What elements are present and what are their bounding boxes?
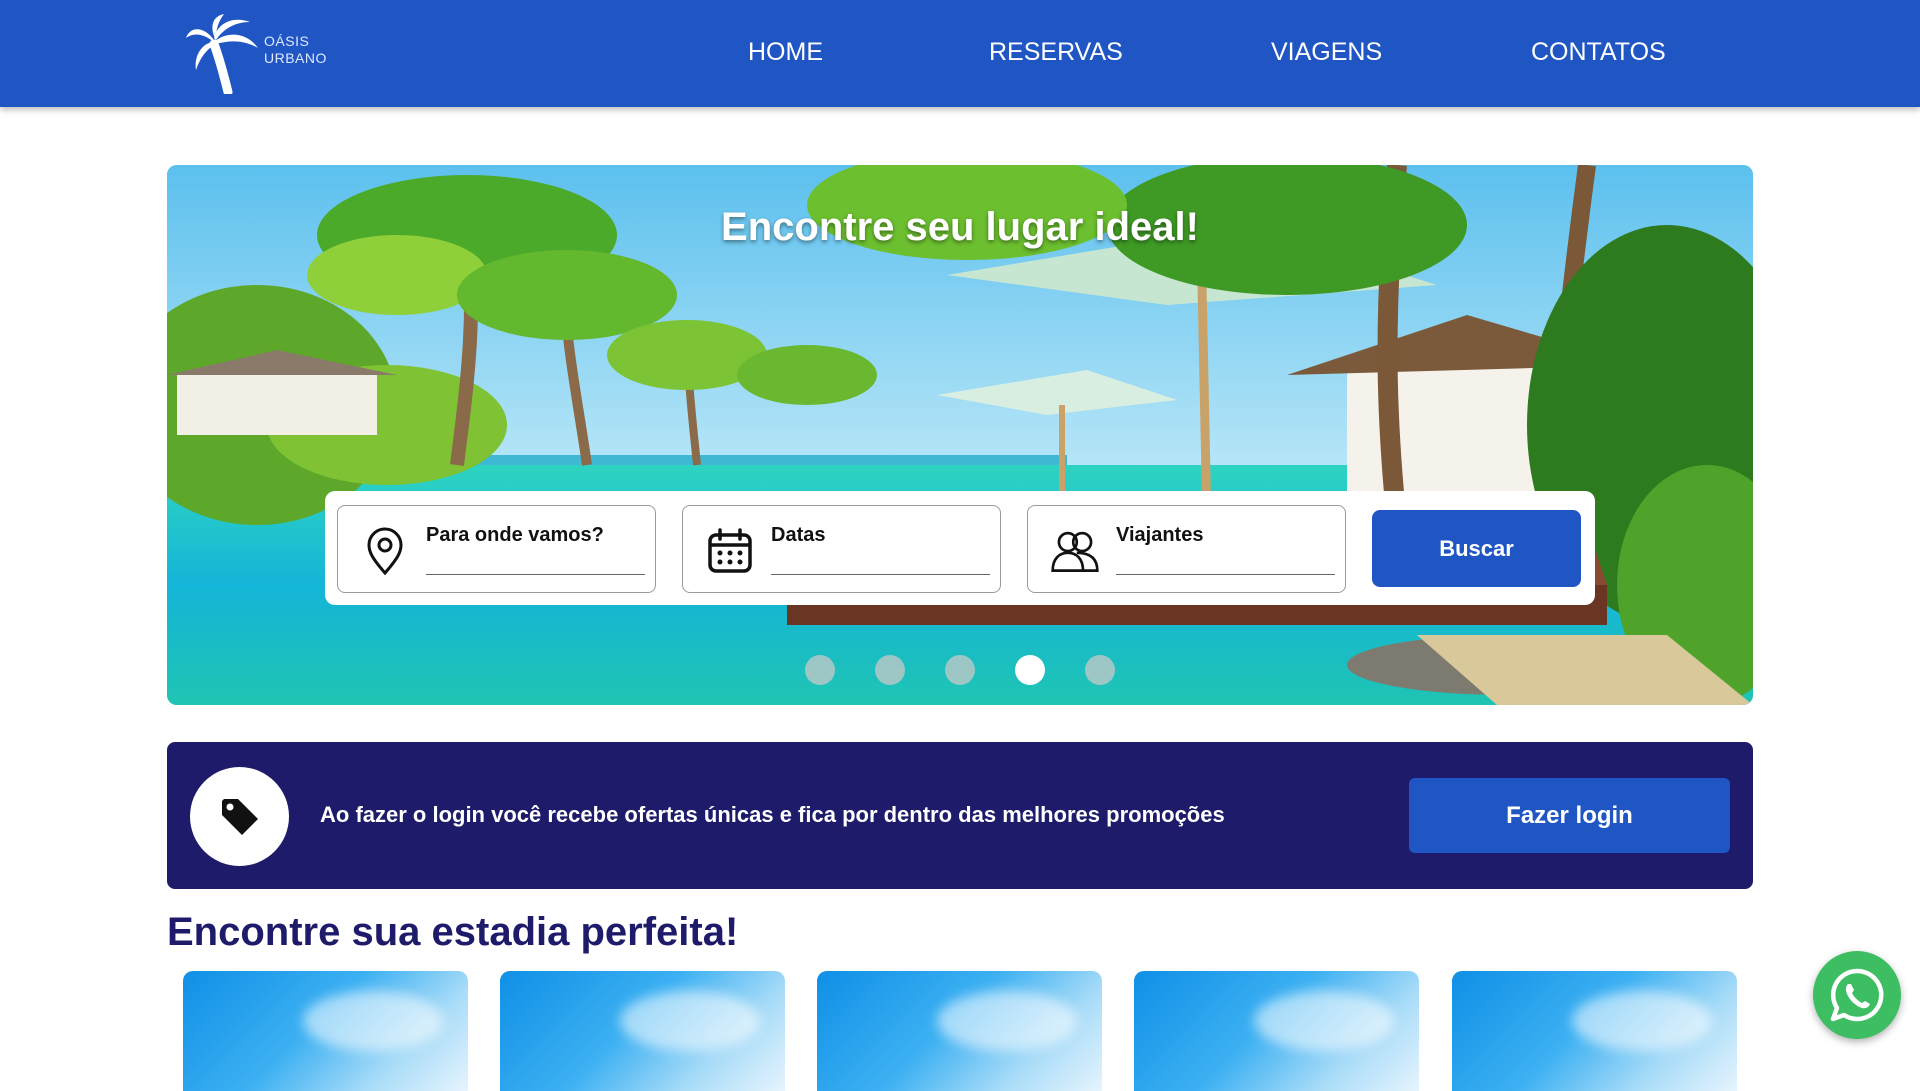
dates-field[interactable]: Datas [682,505,1001,593]
login-button[interactable]: Fazer login [1409,778,1730,853]
carousel-dot-1[interactable] [805,655,835,685]
login-promo-banner: Ao fazer o login você recebe ofertas úni… [167,742,1753,889]
travelers-underline [1116,574,1335,575]
nav-reservas[interactable]: RESERVAS [989,38,1123,67]
card-cloud [1572,991,1712,1051]
promo-icon-circle [190,767,289,866]
carousel-indicators [167,655,1753,685]
carousel-dot-3[interactable] [945,655,975,685]
card-cloud [620,991,760,1051]
tag-icon [221,798,258,835]
nav-home[interactable]: HOME [748,38,823,67]
stay-card-5[interactable] [1452,971,1737,1091]
destination-underline [426,574,645,575]
travelers-field[interactable]: Viajantes [1027,505,1346,593]
calendar-icon [708,528,752,573]
nav-viagens[interactable]: VIAGENS [1271,38,1382,67]
users-icon [1051,531,1099,572]
carousel-dot-5[interactable] [1085,655,1115,685]
carousel-dot-2[interactable] [875,655,905,685]
card-cloud [1254,991,1394,1051]
travelers-label: Viajantes [1116,524,1204,546]
hero-title: Encontre seu lugar ideal! [721,205,1199,249]
dates-label: Datas [771,524,826,546]
whatsapp-icon [1830,968,1884,1022]
destination-field[interactable]: Para onde vamos? [337,505,656,593]
search-form: Para onde vamos? Datas Viajantes Buscar [325,491,1595,605]
location-pin-icon [367,527,403,576]
carousel-dot-4-active[interactable] [1015,655,1045,685]
card-cloud [303,991,443,1051]
stay-card-2[interactable] [500,971,785,1091]
dates-underline [771,574,990,575]
hero-carousel: Encontre seu lugar ideal! Para onde vamo… [167,165,1753,705]
stay-card-1[interactable] [183,971,468,1091]
nav-contatos[interactable]: CONTATOS [1531,38,1666,67]
whatsapp-button[interactable] [1813,951,1901,1039]
card-cloud [937,991,1077,1051]
stay-card-4[interactable] [1134,971,1419,1091]
stays-section-title: Encontre sua estadia perfeita! [167,910,739,954]
stay-card-3[interactable] [817,971,1102,1091]
destination-label: Para onde vamos? [426,524,604,546]
main-nav: HOME RESERVAS VIAGENS CONTATOS [0,0,1920,107]
promo-text: Ao fazer o login você recebe ofertas úni… [320,802,1225,827]
top-navbar: OÁSIS URBANO HOME RESERVAS VIAGENS CONTA… [0,0,1920,107]
search-button[interactable]: Buscar [1372,510,1581,587]
